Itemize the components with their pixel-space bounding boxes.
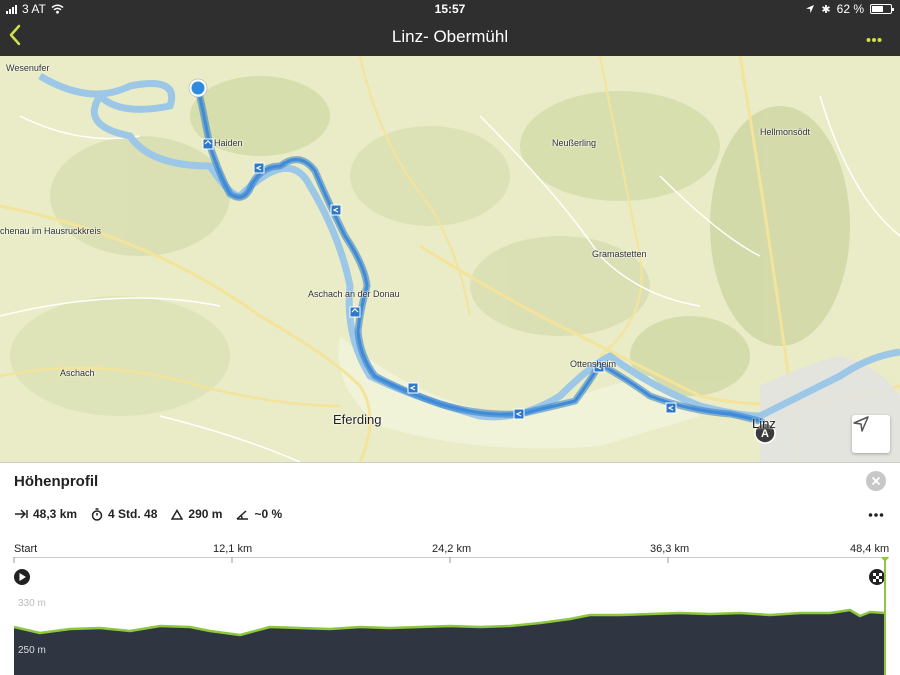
status-bar: 3 AT 15:57 ✱ 62 % <box>0 0 900 18</box>
distance-value: 48,3 km <box>33 507 78 521</box>
turn-marker-icon <box>665 402 677 414</box>
ascent-value: 290 m <box>188 507 223 521</box>
back-button[interactable] <box>8 23 32 51</box>
map-canvas: A <box>0 56 900 462</box>
map-label-aschach-donau: Aschach an der Donau <box>308 289 400 299</box>
ellipsis-icon <box>866 38 882 42</box>
map-label-haiden: Haiden <box>214 138 243 148</box>
ascent-icon <box>171 508 184 520</box>
map-label-hausruckkreis: chenau im Hausruckkreis <box>0 226 102 236</box>
map-label-hellmonsoedt: Hellmonsödt <box>760 127 811 137</box>
panel-title: Höhenprofil <box>14 473 99 490</box>
turn-marker-icon <box>202 138 214 150</box>
map-label-wesenufer: Wesenufer <box>6 63 50 73</box>
axis-label-12: 12,1 km <box>213 543 253 555</box>
axis-label-48: 48,4 km <box>850 543 890 555</box>
start-position-marker[interactable] <box>188 78 208 98</box>
map-label-gramastetten: Gramastetten <box>592 249 647 259</box>
battery-label: 62 % <box>836 2 864 16</box>
close-button[interactable] <box>866 471 886 491</box>
finish-flag-icon <box>869 569 885 585</box>
status-time: 15:57 <box>434 2 466 16</box>
distance-icon <box>15 509 28 519</box>
axis-ticks <box>13 557 886 563</box>
gradient-icon <box>236 509 249 520</box>
stat-ascent: 290 m <box>171 507 222 521</box>
location-arrow-icon <box>806 5 815 13</box>
axis-label-24: 24,2 km <box>432 543 472 555</box>
gradient-value: ~0 % <box>254 507 283 521</box>
duration-value: 4 Std. 48 <box>108 507 158 521</box>
map-label-neusserling: Neußerling <box>552 138 597 148</box>
distance-axis: Start 12,1 km 24,2 km 36,3 km 48,4 km <box>0 543 900 557</box>
map-label-aschach: Aschach <box>60 368 95 378</box>
turn-marker-icon <box>407 382 419 394</box>
map-view[interactable]: A Wesenufer Haiden Neußerling Hellmonsöd… <box>0 56 900 462</box>
chevron-left-icon <box>9 24 21 46</box>
battery-fill <box>872 6 884 12</box>
turn-marker-icon <box>253 162 265 174</box>
turn-marker-icon <box>349 306 361 318</box>
stopwatch-icon <box>91 507 103 521</box>
ellipsis-icon <box>868 513 884 517</box>
axis-label-start: Start <box>14 543 38 555</box>
stat-gradient: ~0 % <box>236 507 282 521</box>
route-stats: 48,3 km 4 Std. 48 290 m ~0 % <box>14 507 282 521</box>
y-label-bottom: 250 m <box>18 645 46 656</box>
nav-bar: Linz- Obermühl <box>0 18 900 56</box>
stat-distance: 48,3 km <box>14 507 77 521</box>
bluetooth-icon: ✱ <box>821 3 831 16</box>
battery-icon <box>870 4 894 14</box>
turn-marker-icon <box>513 408 525 420</box>
y-label-top: 330 m <box>18 598 46 609</box>
app-root: 3 AT 15:57 ✱ 62 % Linz- Obermühl A Wesen… <box>0 0 900 675</box>
close-icon <box>871 476 881 486</box>
map-label-ottensheim: Ottensheim <box>570 359 617 369</box>
map-label-linz: Linz <box>752 416 776 431</box>
elevation-chart[interactable]: 330 m 250 m <box>0 557 900 675</box>
elevation-panel: Höhenprofil 48,3 km 4 Std. 48 290 m ~0 % <box>0 462 900 675</box>
panel-more-button[interactable] <box>868 505 884 523</box>
elevation-area <box>14 610 886 675</box>
page-title: Linz- Obermühl <box>391 27 509 46</box>
turn-marker-icon <box>330 204 342 216</box>
more-button[interactable] <box>866 26 882 49</box>
axis-label-36: 36,3 km <box>650 543 690 555</box>
start-flag-icon <box>14 569 30 585</box>
stat-duration: 4 Std. 48 <box>91 507 157 521</box>
locate-button[interactable] <box>852 415 890 453</box>
map-label-eferding: Eferding <box>333 412 382 427</box>
status-right: ✱ 62 % <box>805 2 894 16</box>
location-arrow-icon <box>853 416 869 432</box>
